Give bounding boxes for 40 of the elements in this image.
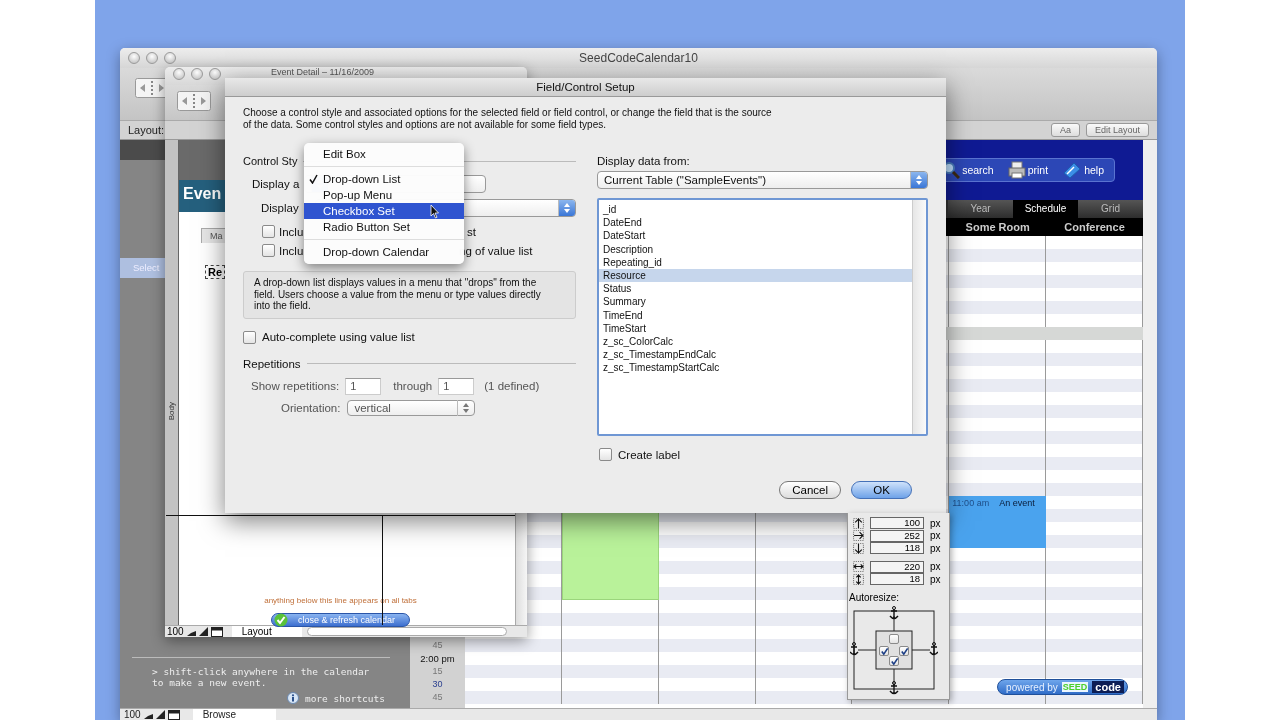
powered-by-text: powered by	[1006, 681, 1058, 693]
checkbox-label: Inclu	[278, 244, 305, 257]
logo-text: SEED	[1061, 682, 1089, 692]
display-label: Display	[261, 202, 299, 214]
time-label: 30	[432, 678, 443, 691]
unit-label: px	[930, 561, 941, 573]
source-label: Display data from:	[597, 155, 691, 167]
field-label: through	[393, 380, 433, 392]
logo-text: code	[1092, 681, 1124, 693]
unit-label: px	[930, 517, 941, 529]
section-heading: Control Sty	[243, 155, 298, 167]
display-as-label: Display a	[252, 178, 300, 190]
help-text: A drop-down list displays values in a menu that "drops" from the field. Users choose a value from the menu or type values directly into the field.	[243, 271, 576, 319]
layout-label: Layout:	[128, 124, 165, 136]
unit-label: px	[930, 573, 941, 585]
field-label: Orientation:	[281, 401, 341, 414]
time-label: 2:00 pm	[420, 652, 455, 665]
window-title: SeedCodeCalendar10	[579, 51, 698, 65]
time-label: 45	[432, 691, 443, 704]
checkbox-label: st	[467, 225, 476, 238]
column-header: Conference	[1063, 220, 1126, 235]
field-label: Show repetitions:	[251, 380, 340, 392]
unit-label: px	[930, 542, 941, 554]
window-title: Event Detail – 11/16/2009	[271, 68, 374, 77]
section-heading: Repetitions	[243, 357, 301, 370]
defined-count: (1 defined)	[484, 380, 540, 392]
time-label: 45	[432, 639, 443, 652]
autoresize-label: Autoresize:	[849, 591, 901, 603]
checkbox-label: Create label	[618, 448, 680, 461]
event-time: 11:00 am	[952, 498, 990, 508]
intro-text: Choose a control style and associated options for the selected field or field control, or change the field that is the source of the data. Some control styles and options are not available for some field types.	[243, 107, 773, 131]
time-label: 15	[432, 665, 443, 678]
part-label: Body	[167, 402, 176, 421]
dialog-title: Field/Control Setup	[225, 78, 946, 97]
event-title: An event	[999, 498, 1035, 508]
checkbox-label: Auto-complete using value list	[262, 331, 415, 343]
unit-label: px	[930, 530, 941, 542]
shortcut-hint: > shift-click anywhere in the calendar to make a new event.	[151, 665, 370, 688]
column-header: Some Room	[964, 220, 1031, 235]
checkbox-label: Inclu	[278, 225, 305, 238]
